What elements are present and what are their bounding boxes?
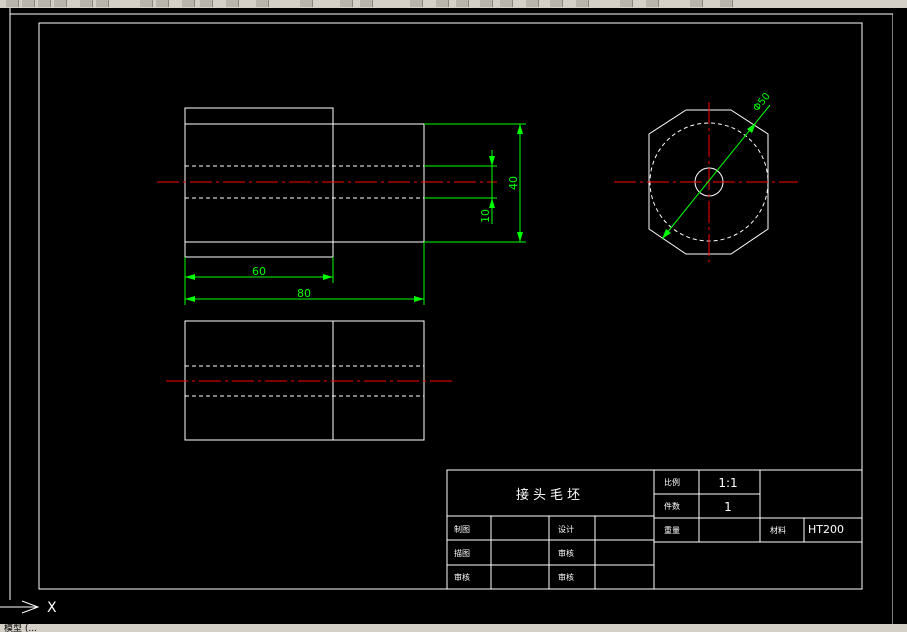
arrowhead [414,296,424,302]
scale-label: 比例 [664,477,680,487]
side-view: Φ50 [614,91,798,262]
ucs-x-label: X [47,600,57,616]
arrowhead [489,198,495,208]
toolbar-button[interactable] [646,0,659,7]
toolbar-button[interactable] [340,0,353,7]
design-label: 设计 [558,524,574,534]
toolbar-button[interactable] [526,0,539,7]
toolbar-button[interactable] [720,0,733,7]
drawing-svg: 40 10 60 80 Φ50 接头毛坯 比例 1:1 件数 1 制图 设计 描… [0,8,894,624]
toolbar-button[interactable] [436,0,449,7]
toolbar-button[interactable] [550,0,563,7]
toolbar-button[interactable] [156,0,169,7]
toolbar-button[interactable] [360,0,373,7]
toolbar-button[interactable] [690,0,703,7]
toolbar-button[interactable] [620,0,633,7]
qty-value: 1 [724,500,732,514]
toolbar-button[interactable] [226,0,239,7]
toolbar-button[interactable] [456,0,469,7]
arrowhead [517,232,523,242]
toolbar-button[interactable] [22,0,35,7]
drawn-label: 制图 [454,524,470,534]
arrowhead [323,274,333,280]
arrowhead [185,296,195,302]
toolbar [0,0,907,8]
toolbar-button[interactable] [38,0,51,7]
ucs-icon: X [0,600,57,616]
material-label: 材料 [770,525,786,535]
arrowhead [489,156,495,166]
top-view [166,320,455,441]
status-text: 模型 (... [4,624,37,632]
status-bar: 模型 (... [0,624,907,632]
dimension-diameter-text: Φ50 [751,91,773,114]
material-value: HT200 [808,523,844,536]
dimension-10-text: 10 [479,209,492,223]
check-label: 描图 [454,548,470,558]
drawing-frame [38,22,863,590]
scale-value: 1:1 [718,476,737,490]
arrowhead [517,124,523,134]
arrowhead [185,274,195,280]
toolbar-button[interactable] [6,0,19,7]
dimension-80-text: 80 [297,287,311,300]
qty-label: 件数 [664,501,680,511]
drawing-canvas[interactable]: 40 10 60 80 Φ50 接头毛坯 比例 1:1 件数 1 制图 设计 描… [0,8,907,624]
toolbar-button[interactable] [256,0,269,7]
title-block [446,469,863,590]
toolbar-button[interactable] [140,0,153,7]
toolbar-button[interactable] [410,0,423,7]
toolbar-button[interactable] [300,0,313,7]
audit-label: 审核 [558,548,574,558]
front-view-dimensions: 40 10 60 80 [184,123,526,305]
front-view-body [184,123,425,243]
toolbar-button[interactable] [480,0,493,7]
weight-label: 重量 [664,525,680,535]
toolbar-button[interactable] [54,0,67,7]
front-view [157,107,497,258]
toolbar-button[interactable] [200,0,213,7]
toolbar-button[interactable] [500,0,513,7]
dimension-60-text: 60 [252,265,266,278]
toolbar-button[interactable] [96,0,109,7]
review-label: 审核 [454,572,470,582]
toolbar-button[interactable] [182,0,195,7]
part-name: 接头毛坯 [516,487,584,503]
arrowhead [662,229,671,239]
toolbar-button[interactable] [80,0,93,7]
vertical-scrollbar[interactable] [893,8,907,624]
title-block-text: 接头毛坯 比例 1:1 件数 1 制图 设计 描图 审核 审核 审核 重量 材料… [454,476,844,582]
approve-label: 审核 [558,572,574,582]
toolbar-button[interactable] [576,0,589,7]
dimension-40-text: 40 [507,176,520,190]
